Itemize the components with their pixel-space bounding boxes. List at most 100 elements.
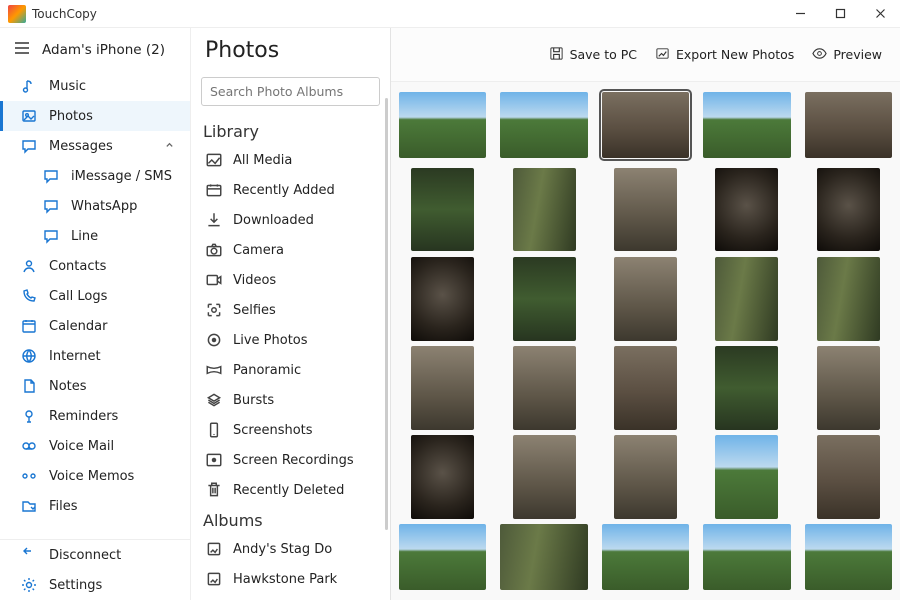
sidebar-item-photos[interactable]: Photos bbox=[0, 101, 190, 131]
photo-thumbnail[interactable] bbox=[715, 257, 778, 341]
music-icon bbox=[21, 78, 37, 94]
photo-thumbnail[interactable] bbox=[500, 92, 587, 158]
photo-thumbnail[interactable] bbox=[614, 257, 677, 341]
photo-thumbnail[interactable] bbox=[411, 346, 474, 430]
library-item-livephotos[interactable]: Live Photos bbox=[191, 325, 390, 355]
library-item-downloaded[interactable]: Downloaded bbox=[191, 205, 390, 235]
photo-thumbnail[interactable] bbox=[703, 524, 790, 590]
photo-thumbnail[interactable] bbox=[513, 435, 576, 519]
library-item-trash[interactable]: Recently Deleted bbox=[191, 475, 390, 505]
photo-thumbnail[interactable] bbox=[715, 168, 778, 252]
photo-thumbnail[interactable] bbox=[805, 524, 892, 590]
library-item-panoramic[interactable]: Panoramic bbox=[191, 355, 390, 385]
screenrec-icon bbox=[205, 451, 223, 469]
sidebar-item-label: Disconnect bbox=[49, 548, 121, 563]
photo-thumbnail[interactable] bbox=[411, 435, 474, 519]
library-item-recent[interactable]: Recently Added bbox=[191, 175, 390, 205]
sidebar-item-label: Reminders bbox=[49, 409, 118, 424]
photo-thumbnail[interactable] bbox=[614, 346, 677, 430]
library-item-screenrec[interactable]: Screen Recordings bbox=[191, 445, 390, 475]
photo-thumbnail[interactable] bbox=[399, 92, 486, 158]
sidebar-item-disconnect[interactable]: Disconnect bbox=[0, 540, 190, 570]
library-item-bursts[interactable]: Bursts bbox=[191, 385, 390, 415]
sidebar-item-whatsapp[interactable]: WhatsApp bbox=[0, 191, 190, 221]
library-item-screenshots[interactable]: Screenshots bbox=[191, 415, 390, 445]
photo-thumbnail[interactable] bbox=[411, 168, 474, 252]
photo-thumbnail[interactable] bbox=[817, 346, 880, 430]
window-minimize-button[interactable] bbox=[780, 0, 820, 28]
photo-thumbnail[interactable] bbox=[817, 257, 880, 341]
photo-thumbnail[interactable] bbox=[805, 92, 892, 158]
sidebar-item-internet[interactable]: Internet bbox=[0, 341, 190, 371]
library-item-label: Screen Recordings bbox=[233, 453, 354, 468]
reminders-icon bbox=[21, 408, 37, 424]
library-item-allmedia[interactable]: All Media bbox=[191, 145, 390, 175]
photo-thumbnail[interactable] bbox=[602, 92, 689, 158]
sidebar-item-calllogs[interactable]: Call Logs bbox=[0, 281, 190, 311]
album-item-hawkstone[interactable]: Hawkstone Park bbox=[191, 564, 390, 594]
sidebar-item-reminders[interactable]: Reminders bbox=[0, 401, 190, 431]
album-item-andystag[interactable]: Andy's Stag Do bbox=[191, 534, 390, 564]
photo-thumbnail[interactable] bbox=[614, 435, 677, 519]
photo-grid bbox=[391, 82, 900, 600]
sidebar-item-contacts[interactable]: Contacts bbox=[0, 251, 190, 281]
recent-icon bbox=[205, 181, 223, 199]
photo-thumbnail[interactable] bbox=[513, 346, 576, 430]
disconnect-icon bbox=[21, 547, 37, 563]
app-icon bbox=[8, 5, 26, 23]
whatsapp-icon bbox=[43, 198, 59, 214]
photo-thumbnail[interactable] bbox=[715, 346, 778, 430]
album-panel: Photos Library All Media Recently Added … bbox=[191, 28, 391, 600]
photo-thumbnail[interactable] bbox=[817, 435, 880, 519]
sidebar-item-settings[interactable]: Settings bbox=[0, 570, 190, 600]
sidebar-item-voicemail[interactable]: Voice Mail bbox=[0, 431, 190, 461]
panel-section-header: Library bbox=[191, 116, 390, 145]
sidebar-item-label: Call Logs bbox=[49, 289, 107, 304]
library-item-label: Selfies bbox=[233, 303, 276, 318]
save-label: Save to PC bbox=[570, 47, 637, 62]
allmedia-icon bbox=[205, 151, 223, 169]
photo-thumbnail[interactable] bbox=[817, 168, 880, 252]
sidebar-item-notes[interactable]: Notes bbox=[0, 371, 190, 401]
photo-thumbnail[interactable] bbox=[703, 92, 790, 158]
photo-thumbnail[interactable] bbox=[513, 168, 576, 252]
library-item-camera[interactable]: Camera bbox=[191, 235, 390, 265]
calendar-icon bbox=[21, 318, 37, 334]
export-new-photos-button[interactable]: Export New Photos bbox=[655, 46, 794, 64]
sidebar-item-voicememos[interactable]: Voice Memos bbox=[0, 461, 190, 491]
library-item-selfies[interactable]: Selfies bbox=[191, 295, 390, 325]
sidebar-item-line[interactable]: Line bbox=[0, 221, 190, 251]
sidebar-item-messages[interactable]: Messages bbox=[0, 131, 190, 161]
sidebar-item-calendar[interactable]: Calendar bbox=[0, 311, 190, 341]
window-maximize-button[interactable] bbox=[820, 0, 860, 28]
sidebar-item-label: Voice Memos bbox=[49, 469, 134, 484]
sidebar-item-music[interactable]: Music bbox=[0, 71, 190, 101]
sidebar-item-label: Settings bbox=[49, 578, 102, 593]
window-close-button[interactable] bbox=[860, 0, 900, 28]
sidebar-item-files[interactable]: Files bbox=[0, 491, 190, 521]
sidebar-item-imessage[interactable]: iMessage / SMS bbox=[0, 161, 190, 191]
sidebar-item-label: WhatsApp bbox=[71, 199, 137, 214]
photo-thumbnail[interactable] bbox=[715, 435, 778, 519]
search-input[interactable] bbox=[201, 77, 380, 106]
library-item-label: Videos bbox=[233, 273, 276, 288]
voicemail-icon bbox=[21, 438, 37, 454]
save-to-pc-button[interactable]: Save to PC bbox=[549, 46, 637, 64]
export-icon bbox=[655, 46, 670, 64]
photo-thumbnail[interactable] bbox=[614, 168, 677, 252]
calllogs-icon bbox=[21, 288, 37, 304]
downloaded-icon bbox=[205, 211, 223, 229]
library-item-videos[interactable]: Videos bbox=[191, 265, 390, 295]
app-title: TouchCopy bbox=[32, 7, 97, 21]
photo-thumbnail[interactable] bbox=[513, 257, 576, 341]
preview-icon bbox=[812, 46, 827, 64]
hamburger-icon[interactable] bbox=[14, 41, 30, 59]
photo-thumbnail[interactable] bbox=[411, 257, 474, 341]
sidebar-item-label: Messages bbox=[49, 139, 113, 154]
preview-button[interactable]: Preview bbox=[812, 46, 882, 64]
photo-thumbnail[interactable] bbox=[500, 524, 587, 590]
photo-thumbnail[interactable] bbox=[399, 524, 486, 590]
panoramic-icon bbox=[205, 361, 223, 379]
panel-scrollbar[interactable] bbox=[385, 98, 388, 530]
photo-thumbnail[interactable] bbox=[602, 524, 689, 590]
